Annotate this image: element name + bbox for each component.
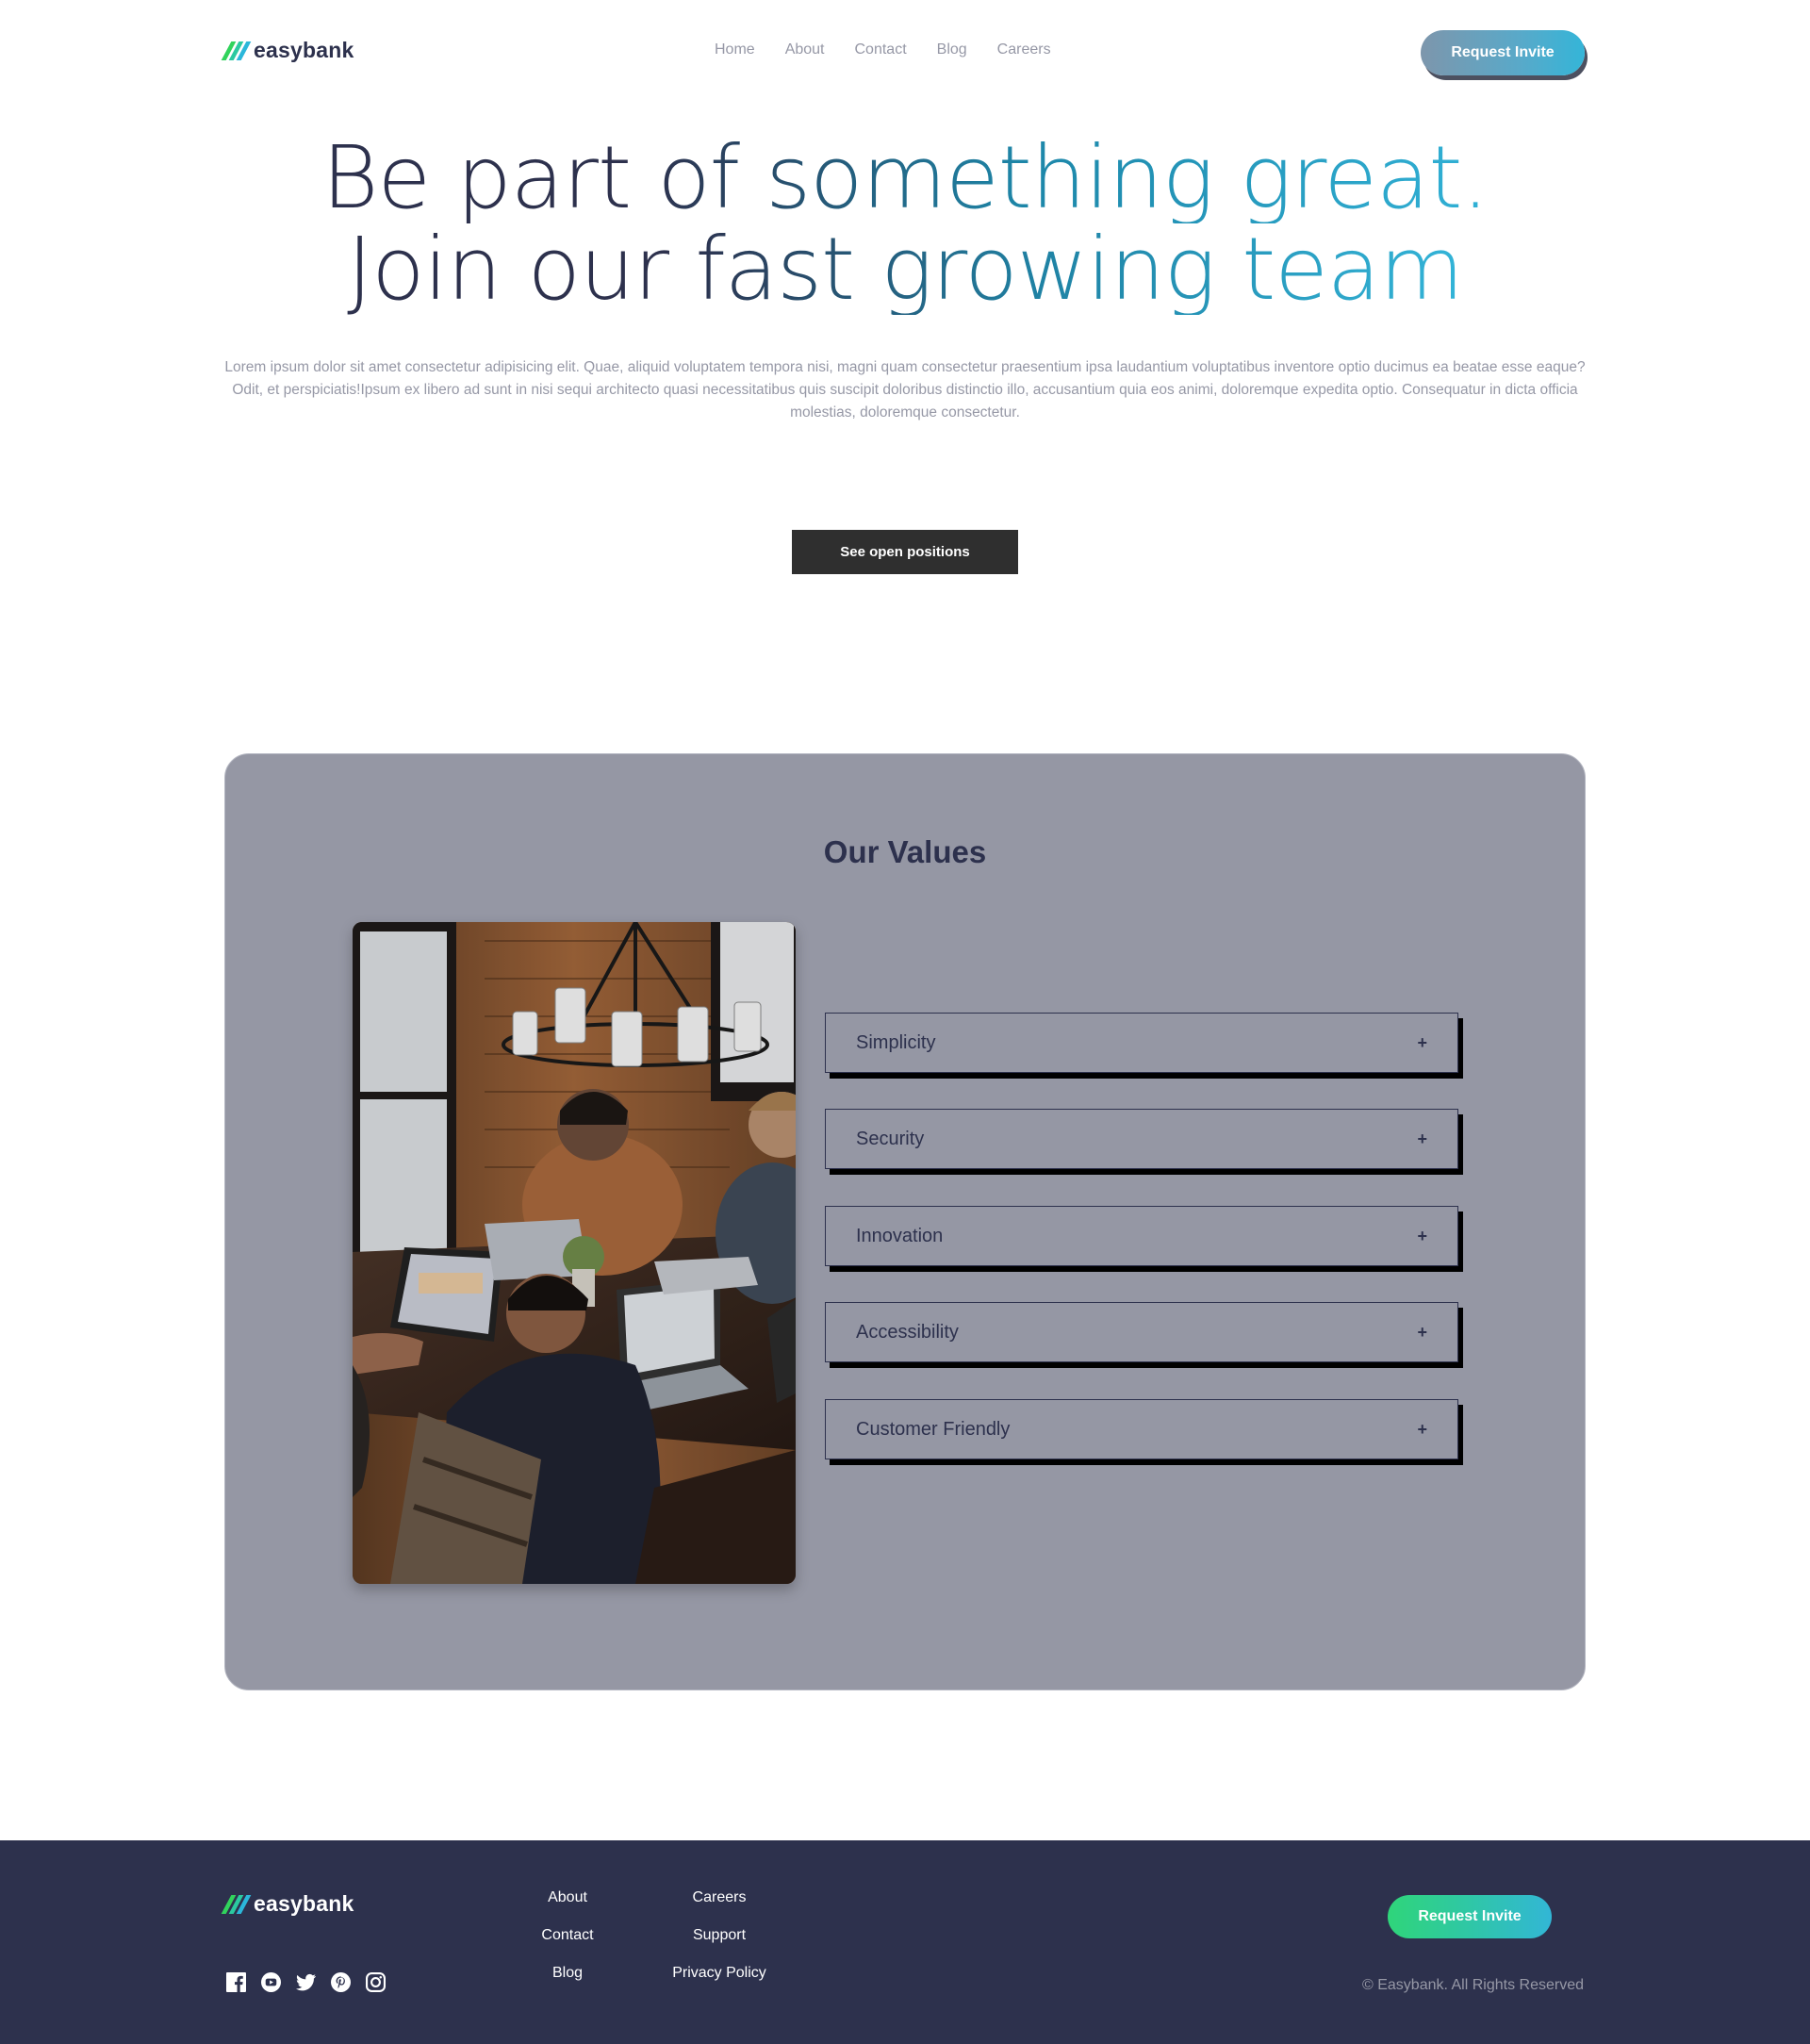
social-links bbox=[226, 1972, 386, 1992]
nav-home[interactable]: Home bbox=[715, 41, 755, 58]
plus-icon[interactable]: + bbox=[1417, 1420, 1427, 1440]
accordion-item-customer-friendly[interactable]: Customer Friendly + bbox=[825, 1399, 1458, 1459]
footer-link-contact[interactable]: Contact bbox=[541, 1925, 593, 1945]
youtube-icon[interactable] bbox=[261, 1972, 281, 1992]
accordion-item-simplicity[interactable]: Simplicity + bbox=[825, 1013, 1458, 1073]
footer-link-about[interactable]: About bbox=[548, 1887, 587, 1907]
easybank-logo-icon bbox=[221, 1894, 252, 1914]
values-card: Our Values Simplicity + Security + Innov… bbox=[224, 753, 1586, 1690]
instagram-icon[interactable] bbox=[366, 1972, 386, 1992]
twitter-icon[interactable] bbox=[296, 1972, 316, 1992]
site-header: easybank Home About Contact Blog Careers… bbox=[0, 0, 1810, 104]
plus-icon[interactable]: + bbox=[1417, 1323, 1427, 1343]
brand-name: easybank bbox=[254, 1891, 354, 1916]
easybank-logo-icon bbox=[221, 41, 252, 60]
copyright-text: © Easybank. All Rights Reserved bbox=[1361, 1977, 1584, 1993]
nav-blog[interactable]: Blog bbox=[937, 41, 967, 58]
accordion-label: Innovation bbox=[856, 1225, 944, 1246]
plus-icon[interactable]: + bbox=[1417, 1129, 1427, 1149]
accordion-item-innovation[interactable]: Innovation + bbox=[825, 1206, 1458, 1266]
footer-link-support[interactable]: Support bbox=[693, 1925, 746, 1945]
accordion-label: Security bbox=[856, 1128, 925, 1149]
values-title: Our Values bbox=[823, 834, 987, 869]
footer-link-privacy-policy[interactable]: Privacy Policy bbox=[672, 1963, 766, 1983]
footer-link-blog[interactable]: Blog bbox=[552, 1963, 583, 1983]
brand-name: easybank bbox=[254, 38, 354, 62]
footer-link-careers[interactable]: Careers bbox=[693, 1887, 747, 1907]
plus-icon[interactable]: + bbox=[1417, 1033, 1427, 1053]
footer-logo[interactable]: easybank bbox=[221, 1891, 354, 1917]
header-logo[interactable]: easybank bbox=[221, 38, 354, 63]
hero-description: Lorem ipsum dolor sit amet consectetur a… bbox=[224, 359, 1586, 420]
hero-title-line-1: Be part of something great. bbox=[321, 127, 1489, 228]
footer-links-col-1: About Contact Blog bbox=[520, 1887, 615, 1983]
nav-about[interactable]: About bbox=[785, 41, 825, 58]
accordion-label: Customer Friendly bbox=[856, 1418, 1011, 1440]
plus-icon[interactable]: + bbox=[1417, 1227, 1427, 1246]
pinterest-icon[interactable] bbox=[331, 1972, 351, 1992]
request-invite-button[interactable]: Request Invite bbox=[1421, 30, 1585, 75]
main-nav: Home About Contact Blog Careers bbox=[715, 41, 1051, 58]
nav-contact[interactable]: Contact bbox=[855, 41, 907, 58]
footer-links-col-2: Careers Support Privacy Policy bbox=[660, 1887, 779, 1983]
accordion-item-security[interactable]: Security + bbox=[825, 1109, 1458, 1169]
accordion-item-accessibility[interactable]: Accessibility + bbox=[825, 1302, 1458, 1362]
team-photo bbox=[353, 922, 796, 1584]
accordion-label: Simplicity bbox=[856, 1031, 936, 1053]
site-footer: easybank About Contact Blog Careers Supp… bbox=[0, 1840, 1810, 2044]
facebook-icon[interactable] bbox=[226, 1972, 246, 1992]
hero-title: Be part of something great. Join our fas… bbox=[0, 132, 1810, 315]
nav-careers[interactable]: Careers bbox=[997, 41, 1051, 58]
footer-request-invite-button[interactable]: Request Invite bbox=[1388, 1895, 1552, 1938]
hero-title-line-2: Join our fast growing team bbox=[347, 219, 1464, 320]
see-open-positions-button[interactable]: See open positions bbox=[792, 530, 1018, 574]
accordion-label: Accessibility bbox=[856, 1321, 959, 1343]
